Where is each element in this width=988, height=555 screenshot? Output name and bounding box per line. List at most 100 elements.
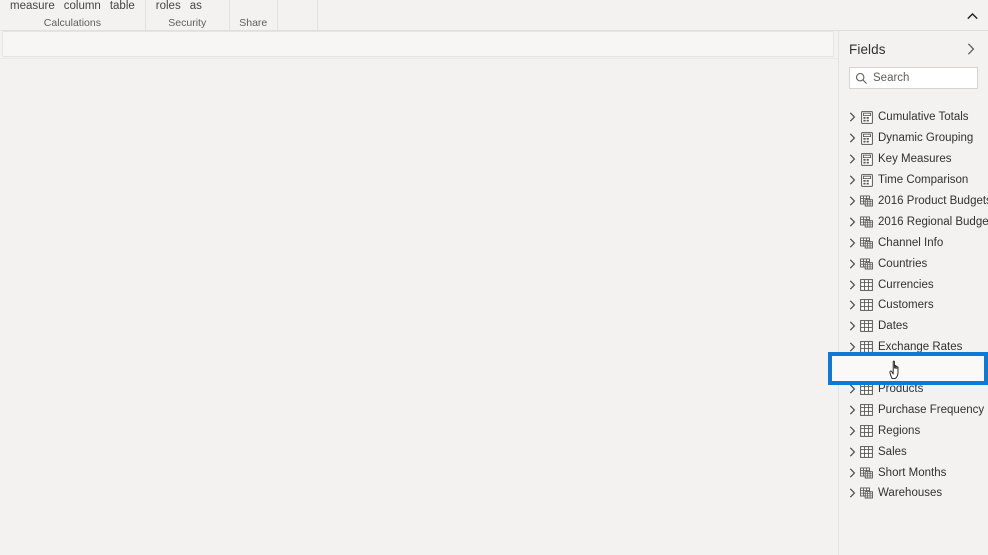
- ribbon-button-table[interactable]: table: [110, 0, 135, 13]
- search-icon: [855, 72, 868, 85]
- report-canvas-area[interactable]: [0, 31, 838, 555]
- chevron-right-icon[interactable]: [847, 196, 858, 207]
- field-table-row[interactable]: Dates: [839, 316, 988, 337]
- measure-table-icon: [860, 111, 873, 124]
- chevron-right-icon[interactable]: [847, 446, 858, 457]
- table-icon: [860, 424, 873, 437]
- chevron-right-icon[interactable]: [847, 237, 858, 248]
- field-table-label: Short Months: [878, 466, 947, 479]
- field-table-row[interactable]: 2016 Product Budgets: [839, 191, 988, 212]
- related-table-icon: [860, 236, 873, 249]
- field-table-row[interactable]: Countries: [839, 253, 988, 274]
- field-table-row[interactable]: Channel Info: [839, 232, 988, 253]
- field-table-row[interactable]: Dynamic Grouping: [839, 128, 988, 149]
- chevron-right-icon[interactable]: [847, 321, 858, 332]
- report-canvas[interactable]: [0, 58, 838, 555]
- field-table-label: Currencies: [878, 278, 934, 291]
- field-table-row[interactable]: Key Measures: [839, 149, 988, 170]
- chevron-right-icon[interactable]: [847, 258, 858, 269]
- power-bi-window: measure column table Calculations roles as Sec…: [0, 0, 988, 555]
- ribbon-group-calculations: measure column table Calculations: [0, 0, 146, 30]
- related-table-icon: [860, 487, 873, 500]
- field-table-row[interactable]: Short Months: [839, 462, 988, 483]
- fields-pane: Fields Cumulative Totals Dynamic Grouping…: [838, 31, 988, 555]
- field-table-row[interactable]: Pricing Scenarios ···: [839, 358, 988, 379]
- chevron-up-icon[interactable]: [961, 7, 983, 25]
- chevron-right-icon[interactable]: [847, 112, 858, 123]
- chevron-right-icon[interactable]: [847, 384, 858, 395]
- field-table-row[interactable]: Warehouses: [839, 483, 988, 504]
- measure-table-icon: [860, 152, 873, 166]
- field-table-label: Dates: [878, 320, 909, 333]
- field-table-label: Cumulative Totals: [878, 111, 969, 124]
- field-table-label: Warehouses: [878, 487, 943, 500]
- field-table-row[interactable]: Currencies: [839, 274, 988, 295]
- search-input[interactable]: [873, 72, 972, 84]
- table-icon: [860, 299, 873, 312]
- field-table-row[interactable]: Regions: [839, 420, 988, 441]
- field-table-label: Regions: [878, 424, 921, 437]
- ribbon-group-label: Security: [168, 17, 207, 29]
- chevron-right-icon[interactable]: [847, 404, 858, 415]
- table-icon: [860, 341, 873, 354]
- more-options-icon[interactable]: ···: [970, 362, 984, 374]
- field-table-label: Purchase Frequency: [878, 403, 985, 416]
- chevron-right-icon[interactable]: [847, 300, 858, 311]
- ribbon-group-share: Share: [230, 0, 278, 30]
- field-table-label: Dynamic Grouping: [878, 132, 974, 145]
- field-table-row[interactable]: Products: [839, 379, 988, 400]
- chevron-right-icon[interactable]: [847, 467, 858, 478]
- page-title: Fields: [849, 41, 886, 57]
- field-table-label: Channel Info: [878, 236, 944, 249]
- ribbon-group-items: measure column table: [6, 0, 139, 13]
- field-table-row[interactable]: Exchange Rates: [839, 337, 988, 358]
- related-table-icon: [860, 195, 873, 208]
- chevron-right-icon[interactable]: [847, 133, 858, 144]
- chevron-right-icon[interactable]: [847, 279, 858, 290]
- field-table-row[interactable]: Purchase Frequency: [839, 399, 988, 420]
- ribbon-button-column[interactable]: column: [64, 0, 101, 13]
- eye-icon[interactable]: [953, 362, 967, 375]
- ribbon-group-items: roles as: [152, 0, 223, 13]
- ribbon-button-as[interactable]: as: [190, 0, 202, 13]
- field-table-label: Exchange Rates: [878, 341, 963, 354]
- ribbon-group-label: Calculations: [43, 17, 101, 29]
- chevron-right-icon[interactable]: [847, 363, 858, 374]
- field-table-label: Time Comparison: [878, 174, 969, 187]
- measure-table-icon: [860, 173, 873, 187]
- ribbon-group-label: Share: [239, 17, 268, 29]
- chevron-right-icon[interactable]: [962, 40, 980, 58]
- chevron-right-icon[interactable]: [847, 154, 858, 165]
- table-icon: [860, 320, 873, 333]
- chevron-right-icon[interactable]: [847, 425, 858, 436]
- field-table-row[interactable]: Sales: [839, 441, 988, 462]
- field-table-label: Key Measures: [878, 153, 952, 166]
- search-box[interactable]: [849, 67, 978, 89]
- table-icon: [860, 383, 873, 396]
- measure-table-icon: [860, 131, 873, 145]
- ribbon: measure column table Calculations roles as Sec…: [0, 0, 988, 31]
- chevron-right-icon[interactable]: [847, 342, 858, 353]
- field-table-label: Sales: [878, 445, 907, 458]
- related-table-icon: [860, 362, 873, 375]
- field-table-row[interactable]: 2016 Regional Budget: [839, 211, 988, 232]
- field-table-row[interactable]: Time Comparison: [839, 170, 988, 191]
- field-table-row[interactable]: Customers: [839, 295, 988, 316]
- related-table-icon: [860, 257, 873, 270]
- ribbon-button-roles[interactable]: roles: [156, 0, 181, 13]
- fields-tree[interactable]: Cumulative Totals Dynamic Grouping Key Mea…: [839, 107, 988, 555]
- field-table-row[interactable]: Cumulative Totals: [839, 107, 988, 128]
- chevron-right-icon[interactable]: [847, 488, 858, 499]
- chevron-right-icon[interactable]: [847, 175, 858, 186]
- chevron-right-icon[interactable]: [847, 216, 858, 227]
- field-table-label: 2016 Product Budgets: [878, 195, 988, 207]
- table-icon: [860, 278, 873, 291]
- ribbon-button-measure[interactable]: measure: [10, 0, 55, 13]
- field-table-label: Countries: [878, 257, 928, 270]
- field-table-label: 2016 Regional Budget: [878, 215, 988, 228]
- ribbon-groups: measure column table Calculations roles as Sec…: [0, 0, 318, 30]
- table-icon: [860, 445, 873, 458]
- related-table-icon: [860, 215, 873, 228]
- ribbon-group-spacer: [278, 0, 318, 30]
- canvas-toolbar-strip: [2, 31, 834, 57]
